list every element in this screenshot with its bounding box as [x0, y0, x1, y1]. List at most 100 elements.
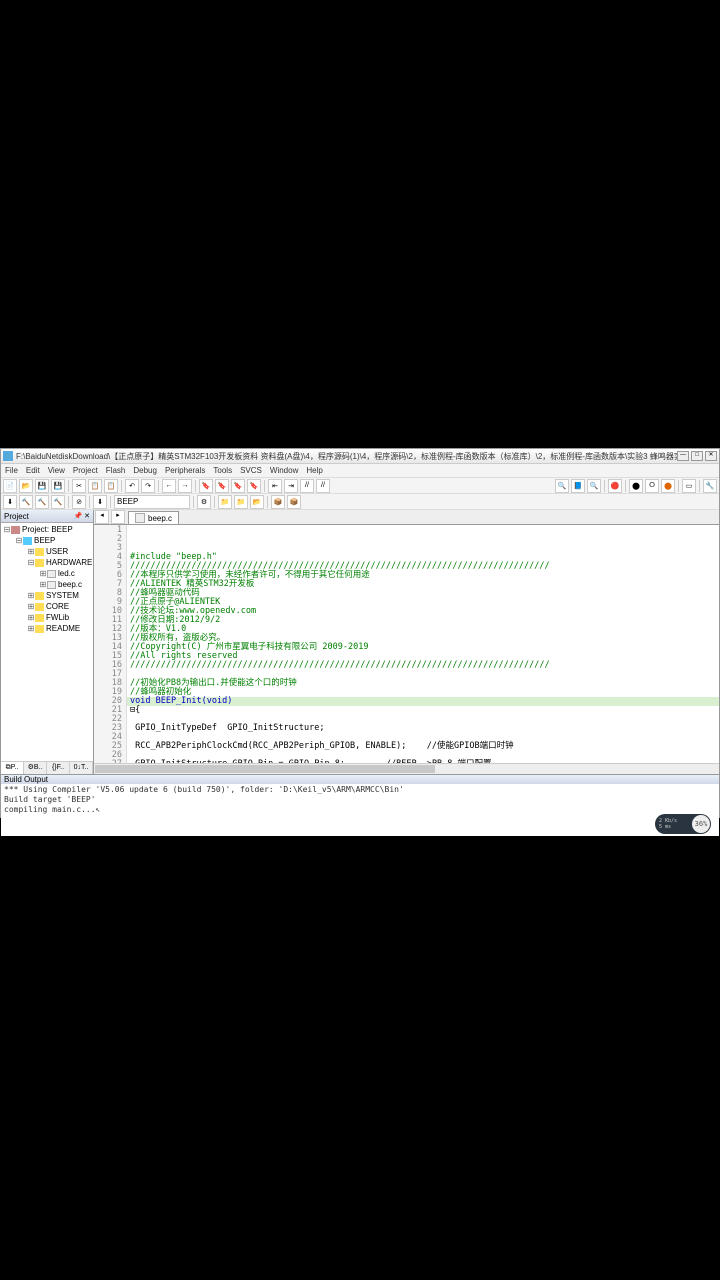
- tree-ledc[interactable]: ⊞led.c: [1, 568, 93, 579]
- menu-svcs[interactable]: SVCS: [240, 466, 262, 475]
- menu-debug[interactable]: Debug: [133, 466, 157, 475]
- fwd-icon[interactable]: →: [178, 479, 192, 493]
- save-icon[interactable]: 💾: [35, 479, 49, 493]
- menu-tools[interactable]: Tools: [213, 466, 232, 475]
- indent-out-icon[interactable]: ⇤: [268, 479, 282, 493]
- menu-project[interactable]: Project: [73, 466, 98, 475]
- editor-pane: ◂ ▸ beep.c 1 2 3 4 5 6 7 8 9 10 11 12 13…: [94, 510, 719, 774]
- separator: [110, 496, 111, 508]
- paste-icon[interactable]: 📋: [104, 479, 118, 493]
- pack-icon[interactable]: 📦: [271, 495, 285, 509]
- project-header-label: Project: [4, 512, 29, 521]
- config-icon[interactable]: 🔧: [703, 479, 717, 493]
- manage3-icon[interactable]: 📂: [250, 495, 264, 509]
- tree-user[interactable]: ⊞USER: [1, 546, 93, 557]
- tree-system[interactable]: ⊞SYSTEM: [1, 590, 93, 601]
- floating-widget[interactable]: 2 Kb/s5 ms 36%: [655, 814, 711, 834]
- menu-view[interactable]: View: [48, 466, 65, 475]
- open-icon[interactable]: 📂: [19, 479, 33, 493]
- menu-window[interactable]: Window: [270, 466, 298, 475]
- menu-file[interactable]: File: [5, 466, 18, 475]
- project-tree[interactable]: ⊟Project: BEEP ⊟BEEP ⊞USER ⊟HARDWARE ⊞le…: [1, 523, 93, 761]
- batch-build-icon[interactable]: 🔨: [51, 495, 65, 509]
- line-gutter: 1 2 3 4 5 6 7 8 9 10 11 12 13 14 15 16 1…: [94, 525, 127, 763]
- toolbar-main: 📄 📂 💾 💾 ✂ 📋 📋 ↶ ↷ ← → 🔖 🔖 🔖 🔖 ⇤ ⇥ // // …: [1, 478, 719, 494]
- saveall-icon[interactable]: 💾: [51, 479, 65, 493]
- separator: [195, 480, 196, 492]
- search-icon[interactable]: 📘: [571, 479, 585, 493]
- target-select[interactable]: BEEP: [114, 495, 190, 509]
- undo-icon[interactable]: ↶: [125, 479, 139, 493]
- cut-icon[interactable]: ✂: [72, 479, 86, 493]
- manage2-icon[interactable]: 📁: [234, 495, 248, 509]
- tree-beepc[interactable]: ⊞beep.c: [1, 579, 93, 590]
- projtab-project[interactable]: ⧉P..: [1, 762, 24, 774]
- project-header: Project 📌 ✕: [1, 510, 93, 523]
- indent-in-icon[interactable]: ⇥: [284, 479, 298, 493]
- close-button[interactable]: ✕: [705, 451, 717, 461]
- rebuild-icon[interactable]: 🔨: [35, 495, 49, 509]
- disable-bp-icon[interactable]: ⭘: [645, 479, 659, 493]
- tab-beepc[interactable]: beep.c: [128, 511, 179, 524]
- projtab-books[interactable]: ⚙B..: [24, 762, 47, 774]
- tree-readme[interactable]: ⊞README: [1, 623, 93, 634]
- ide-window: F:\BaiduNetdiskDownload\【正点原子】精英STM32F10…: [0, 448, 720, 818]
- app-icon: [3, 451, 13, 461]
- stop-build-icon[interactable]: ⊘: [72, 495, 86, 509]
- tree-hardware[interactable]: ⊟HARDWARE: [1, 557, 93, 568]
- redo-icon[interactable]: ↷: [141, 479, 155, 493]
- translate-icon[interactable]: ⬇: [3, 495, 17, 509]
- build-icon[interactable]: 🔨: [19, 495, 33, 509]
- back-icon[interactable]: ←: [162, 479, 176, 493]
- menu-edit[interactable]: Edit: [26, 466, 40, 475]
- tab-prev-icon[interactable]: ◂: [95, 510, 109, 524]
- output-header: Build Output: [1, 775, 719, 784]
- tab-label: beep.c: [148, 514, 172, 523]
- window-icon[interactable]: ▭: [682, 479, 696, 493]
- bookmark-next-icon[interactable]: 🔖: [231, 479, 245, 493]
- tree-fwlib[interactable]: ⊞FWLib: [1, 612, 93, 623]
- projtab-func[interactable]: {}F..: [47, 762, 70, 774]
- window-buttons: — □ ✕: [677, 451, 717, 461]
- bookmark-clear-icon[interactable]: 🔖: [247, 479, 261, 493]
- copy-icon[interactable]: 📋: [88, 479, 102, 493]
- projtab-temp[interactable]: 0↓T..: [70, 762, 93, 774]
- new-icon[interactable]: 📄: [3, 479, 17, 493]
- find-icon[interactable]: 🔍: [555, 479, 569, 493]
- separator: [604, 480, 605, 492]
- separator: [625, 480, 626, 492]
- tree-target[interactable]: ⊟BEEP: [1, 535, 93, 546]
- kill-bp-icon[interactable]: ⬤: [661, 479, 675, 493]
- tree-core[interactable]: ⊞CORE: [1, 601, 93, 612]
- manage-icon[interactable]: 📁: [218, 495, 232, 509]
- h-scrollbar[interactable]: [94, 763, 719, 774]
- pin-icon[interactable]: 📌 ✕: [73, 512, 90, 520]
- pack2-icon[interactable]: 📦: [287, 495, 301, 509]
- separator: [121, 480, 122, 492]
- options-icon[interactable]: ⚙: [197, 495, 211, 509]
- bookmark-icon[interactable]: 🔖: [199, 479, 213, 493]
- download-icon[interactable]: ⬇: [93, 495, 107, 509]
- code-editor[interactable]: 1 2 3 4 5 6 7 8 9 10 11 12 13 14 15 16 1…: [94, 525, 719, 763]
- output-body[interactable]: *** Using Compiler 'V5.06 update 6 (buil…: [1, 784, 719, 836]
- menu-peripherals[interactable]: Peripherals: [165, 466, 205, 475]
- tree-project[interactable]: ⊟Project: BEEP: [1, 524, 93, 535]
- menu-help[interactable]: Help: [306, 466, 322, 475]
- titlebar[interactable]: F:\BaiduNetdiskDownload\【正点原子】精英STM32F10…: [1, 449, 719, 464]
- comment-icon[interactable]: //: [300, 479, 314, 493]
- toolbar-build: ⬇ 🔨 🔨 🔨 ⊘ ⬇ BEEP ⚙ 📁 📁 📂 📦 📦: [1, 494, 719, 510]
- bookmark-prev-icon[interactable]: 🔖: [215, 479, 229, 493]
- minimize-button[interactable]: —: [677, 451, 689, 461]
- replace-icon[interactable]: 🔍: [587, 479, 601, 493]
- window-title: F:\BaiduNetdiskDownload\【正点原子】精英STM32F10…: [16, 451, 677, 462]
- tab-list-icon[interactable]: ▸: [111, 510, 125, 524]
- project-tabs: ⧉P.. ⚙B.. {}F.. 0↓T..: [1, 761, 93, 774]
- breakpoint-icon[interactable]: ⬤: [629, 479, 643, 493]
- menu-flash[interactable]: Flash: [106, 466, 126, 475]
- code-body[interactable]: #include "beep.h" //////////////////////…: [127, 525, 719, 763]
- scrollbar-thumb[interactable]: [95, 765, 435, 773]
- menubar: File Edit View Project Flash Debug Perip…: [1, 464, 719, 478]
- debug-icon[interactable]: 🔴: [608, 479, 622, 493]
- uncomment-icon[interactable]: //: [316, 479, 330, 493]
- maximize-button[interactable]: □: [691, 451, 703, 461]
